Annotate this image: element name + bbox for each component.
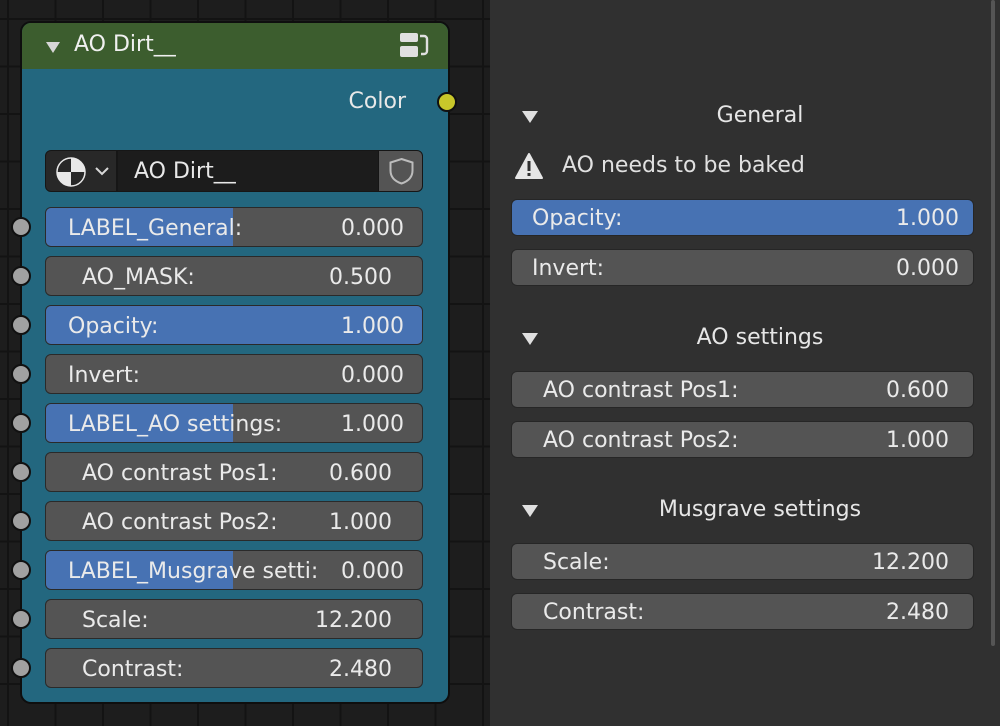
field-label: AO contrast Pos2: xyxy=(82,510,278,535)
warning-text: AO needs to be baked xyxy=(562,153,805,178)
fake-user-button[interactable] xyxy=(378,150,423,192)
input-field-scale[interactable]: Scale: 12.200 xyxy=(45,599,423,639)
field-value: 1.000 xyxy=(341,412,404,437)
panel-title: Musgrave settings xyxy=(658,497,862,522)
input-field-label-ao-settings[interactable]: LABEL_AO settings: 1.000 xyxy=(45,403,423,443)
field-label: Contrast: xyxy=(82,657,184,682)
input-field-ao-contrast-pos1[interactable]: AO contrast Pos1: 0.600 xyxy=(45,452,423,492)
field-label: LABEL_General: xyxy=(68,216,243,241)
input-field-ao-mask[interactable]: AO_MASK: 0.500 xyxy=(45,256,423,296)
field-label: AO contrast Pos1: xyxy=(543,378,739,403)
sidebar-field-opacity[interactable]: Opacity: 1.000 xyxy=(511,199,974,236)
field-label: Opacity: xyxy=(68,314,159,339)
field-value: 1.000 xyxy=(329,510,392,535)
sidebar-panel: General AO needs to be baked Opacity: 1.… xyxy=(490,0,1000,726)
field-value: 1.000 xyxy=(886,428,949,453)
node-header[interactable]: AO Dirt__ xyxy=(22,23,448,69)
node-tree-icon xyxy=(56,157,109,187)
input-socket[interactable] xyxy=(11,217,31,237)
field-value: 2.480 xyxy=(329,657,392,682)
field-value: 0.600 xyxy=(329,461,392,486)
collapse-toggle-icon[interactable] xyxy=(46,42,60,53)
warning-message: AO needs to be baked xyxy=(512,150,982,184)
field-label: Contrast: xyxy=(543,600,645,625)
node-editor-canvas[interactable]: AO Dirt__ Color AO Dirt__ LABEL_General:… xyxy=(0,0,490,726)
field-value: 2.480 xyxy=(886,600,949,625)
input-field-contrast[interactable]: Contrast: 2.480 xyxy=(45,648,423,688)
input-socket[interactable] xyxy=(11,658,31,678)
input-field-label-general[interactable]: LABEL_General: 0.000 xyxy=(45,207,423,247)
input-socket[interactable] xyxy=(11,462,31,482)
field-value: 0.000 xyxy=(341,216,404,241)
node-group-icon[interactable] xyxy=(398,31,430,61)
input-socket[interactable] xyxy=(11,413,31,433)
field-value: 12.200 xyxy=(315,608,392,633)
output-color-socket[interactable] xyxy=(437,92,457,112)
field-label: AO contrast Pos2: xyxy=(543,428,739,453)
field-label: Invert: xyxy=(68,363,141,388)
field-label: Opacity: xyxy=(532,206,623,231)
input-socket[interactable] xyxy=(11,266,31,286)
field-value: 1.000 xyxy=(341,314,404,339)
input-socket[interactable] xyxy=(11,560,31,580)
panel-title: General xyxy=(716,103,804,128)
datablock-name-field[interactable]: AO Dirt__ xyxy=(117,150,379,192)
sidebar-field-invert[interactable]: Invert: 0.000 xyxy=(511,249,974,286)
input-socket[interactable] xyxy=(11,364,31,384)
field-label: LABEL_AO settings: xyxy=(68,412,283,437)
input-field-ao-contrast-pos2[interactable]: AO contrast Pos2: 1.000 xyxy=(45,501,423,541)
field-value: 12.200 xyxy=(872,550,949,575)
node-group-datablock[interactable]: AO Dirt__ xyxy=(45,150,423,192)
field-label: Invert: xyxy=(532,256,605,281)
field-label: AO_MASK: xyxy=(82,265,195,290)
panel-header-ao-settings[interactable]: AO settings xyxy=(490,319,990,359)
sidebar-field-contrast[interactable]: Contrast: 2.480 xyxy=(511,593,974,630)
input-socket[interactable] xyxy=(11,315,31,335)
warning-icon xyxy=(515,153,543,179)
field-label: LABEL_Musgrave setti: xyxy=(68,559,319,584)
node-tree-browse-button[interactable] xyxy=(45,150,117,192)
input-socket[interactable] xyxy=(11,609,31,629)
input-field-invert[interactable]: Invert: 0.000 xyxy=(45,354,423,394)
panel-title: AO settings xyxy=(696,325,824,350)
field-value: 0.000 xyxy=(341,559,404,584)
chevron-down-icon xyxy=(95,167,109,176)
sidebar-field-ao-contrast-pos2[interactable]: AO contrast Pos2: 1.000 xyxy=(511,421,974,458)
output-color-label: Color xyxy=(348,89,406,114)
sidebar-field-ao-contrast-pos1[interactable]: AO contrast Pos1: 0.600 xyxy=(511,371,974,408)
sidebar-scrollbar[interactable] xyxy=(991,0,995,646)
sidebar-field-scale[interactable]: Scale: 12.200 xyxy=(511,543,974,580)
field-value: 0.600 xyxy=(886,378,949,403)
field-label: Scale: xyxy=(543,550,610,575)
field-value: 0.000 xyxy=(896,256,959,281)
node-title: AO Dirt__ xyxy=(74,32,176,57)
field-value: 0.000 xyxy=(341,363,404,388)
panel-header-musgrave-settings[interactable]: Musgrave settings xyxy=(490,491,990,531)
field-value: 0.500 xyxy=(329,265,392,290)
field-label: AO contrast Pos1: xyxy=(82,461,278,486)
shield-icon xyxy=(389,157,414,185)
panel-header-general[interactable]: General xyxy=(490,97,990,137)
input-field-opacity[interactable]: Opacity: 1.000 xyxy=(45,305,423,345)
field-value: 1.000 xyxy=(896,206,959,231)
field-label: Scale: xyxy=(82,608,149,633)
input-socket[interactable] xyxy=(11,511,31,531)
input-field-label-musgrave-settings[interactable]: LABEL_Musgrave setti: 0.000 xyxy=(45,550,423,590)
